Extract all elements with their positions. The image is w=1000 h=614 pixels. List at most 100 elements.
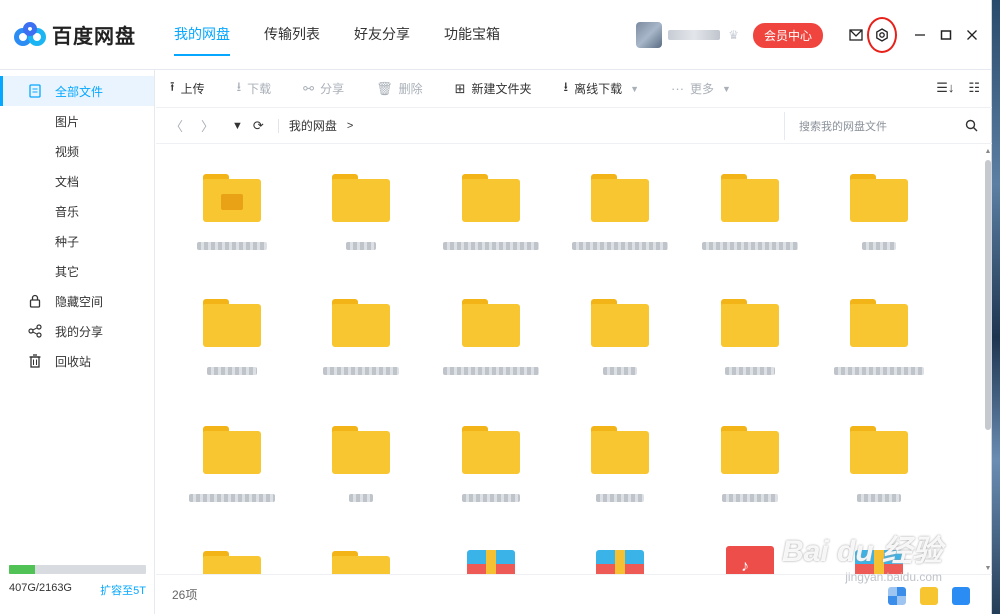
chevron-down-icon: ▼ bbox=[722, 83, 731, 94]
folder-item[interactable] bbox=[824, 426, 934, 502]
folder-item[interactable] bbox=[695, 426, 805, 502]
sidebar-item-label: 种子 bbox=[55, 234, 80, 249]
share-button[interactable]: ⚯ 分享 bbox=[303, 80, 344, 97]
close-icon[interactable] bbox=[961, 24, 983, 46]
mail-icon[interactable] bbox=[845, 24, 867, 46]
folder-item[interactable] bbox=[436, 426, 546, 502]
apps-icon[interactable] bbox=[888, 587, 906, 605]
sidebar-item-label: 隐藏空间 bbox=[55, 294, 104, 309]
folder-item[interactable] bbox=[565, 174, 675, 250]
file-name-blurred bbox=[857, 494, 901, 502]
watermark-brand: Bai du 经验 bbox=[781, 535, 942, 568]
sort-icon[interactable]: ☰↓ bbox=[936, 80, 954, 96]
sidebar-item-label: 全部文件 bbox=[55, 84, 104, 99]
folder-item[interactable] bbox=[824, 174, 934, 250]
folder-item[interactable] bbox=[695, 299, 805, 375]
status-icons bbox=[888, 587, 970, 605]
file-name-blurred bbox=[722, 494, 778, 502]
archive-icon bbox=[596, 550, 644, 574]
sidebar-item-images[interactable]: 图片 bbox=[0, 106, 154, 136]
folder-item[interactable] bbox=[824, 299, 934, 375]
offline-download-button[interactable]: ⭳ 离线下载 ▼ bbox=[564, 78, 640, 100]
search-icon[interactable] bbox=[965, 119, 978, 132]
sidebar-item-label: 视频 bbox=[55, 144, 80, 159]
forward-icon[interactable]: 〉 bbox=[201, 116, 214, 135]
file-name-blurred bbox=[862, 242, 896, 250]
folder-item[interactable] bbox=[306, 426, 416, 502]
scroll-up-icon[interactable]: ▲ bbox=[984, 148, 992, 155]
view-controls: ☰↓ ☷ bbox=[936, 80, 980, 96]
folder-item[interactable] bbox=[565, 426, 675, 502]
sidebar-item-videos[interactable]: 视频 bbox=[0, 136, 154, 166]
avatar[interactable] bbox=[636, 22, 663, 48]
upload-float-icon[interactable] bbox=[920, 587, 938, 605]
breadcrumb-arrow: > bbox=[346, 119, 354, 132]
folder-item[interactable] bbox=[177, 426, 287, 502]
back-icon[interactable]: 〈 bbox=[170, 116, 183, 135]
watermark-url: jingyan.baidu.com bbox=[845, 570, 942, 584]
history-dropdown-icon[interactable]: ▼ bbox=[232, 120, 243, 132]
tab-transfer-list[interactable]: 传输列表 bbox=[264, 0, 320, 70]
upload-button[interactable]: ⭱ 上传 bbox=[170, 78, 205, 100]
folder-icon bbox=[850, 299, 908, 347]
file-name-blurred bbox=[197, 242, 267, 250]
share-icon: ⚯ bbox=[303, 80, 315, 96]
quota-fill bbox=[9, 565, 35, 574]
folder-item[interactable] bbox=[177, 551, 287, 574]
folder-item[interactable] bbox=[177, 174, 287, 250]
vertical-scrollbar[interactable]: ▲ ▼ bbox=[984, 146, 992, 574]
list-view-icon[interactable]: ☷ bbox=[968, 80, 980, 96]
new-folder-label: 新建文件夹 bbox=[471, 82, 532, 96]
folder-item[interactable] bbox=[177, 299, 287, 375]
file-name-blurred bbox=[189, 494, 275, 502]
sidebar-item-music[interactable]: 音乐 bbox=[0, 196, 154, 226]
archive-item[interactable] bbox=[565, 550, 675, 574]
breadcrumb[interactable]: 我的网盘 bbox=[289, 117, 337, 134]
tab-toolbox[interactable]: 功能宝箱 bbox=[444, 0, 500, 70]
search-input[interactable]: 搜索我的网盘文件 bbox=[784, 112, 980, 140]
download-icon: ⭳ bbox=[236, 78, 242, 94]
expand-storage-link[interactable]: 扩容至5T bbox=[100, 582, 146, 598]
tab-my-drive[interactable]: 我的网盘 bbox=[174, 0, 230, 70]
minimize-icon[interactable] bbox=[909, 24, 931, 46]
folder-item[interactable] bbox=[306, 174, 416, 250]
new-folder-button[interactable]: ⊞ 新建文件夹 bbox=[455, 80, 532, 97]
file-name-blurred bbox=[702, 242, 798, 250]
settings-button[interactable] bbox=[867, 17, 897, 53]
folder-item[interactable] bbox=[306, 299, 416, 375]
folder-item[interactable] bbox=[436, 299, 546, 375]
file-name-blurred bbox=[323, 367, 399, 375]
download-button[interactable]: ⭳ 下载 bbox=[237, 78, 272, 100]
sidebar-item-my-shares[interactable]: 我的分享 bbox=[0, 316, 154, 346]
folder-item[interactable] bbox=[695, 174, 805, 250]
header-actions: ♛ 会员中心 bbox=[636, 0, 983, 70]
tab-friend-share[interactable]: 好友分享 bbox=[354, 0, 410, 70]
folder-icon bbox=[721, 299, 779, 347]
refresh-icon[interactable]: ⟳ bbox=[253, 118, 264, 134]
maximize-icon[interactable] bbox=[935, 24, 957, 46]
more-button[interactable]: ··· 更多 ▼ bbox=[671, 80, 731, 97]
file-name-blurred bbox=[349, 494, 373, 502]
folder-item[interactable] bbox=[565, 299, 675, 375]
sidebar-item-others[interactable]: 其它 bbox=[0, 256, 154, 286]
scroll-down-icon[interactable]: ▼ bbox=[984, 565, 992, 572]
upload-label: 上传 bbox=[180, 82, 205, 96]
username-blurred[interactable] bbox=[668, 30, 721, 40]
file-name-blurred bbox=[572, 242, 668, 250]
scroll-thumb[interactable] bbox=[985, 160, 991, 430]
sidebar-item-recycle-bin[interactable]: 回收站 bbox=[0, 346, 154, 376]
vip-center-button[interactable]: 会员中心 bbox=[752, 22, 823, 48]
folder-icon bbox=[591, 426, 649, 474]
lock-icon[interactable] bbox=[952, 587, 970, 605]
archive-item[interactable] bbox=[436, 550, 546, 574]
path-bar: 〈 〉 ▼ ⟳ 我的网盘 > 搜索我的网盘文件 bbox=[156, 108, 992, 144]
more-icon: ··· bbox=[671, 81, 685, 96]
delete-button[interactable]: 🗑 删除 bbox=[376, 80, 423, 97]
sidebar-item-hidden-space[interactable]: 隐藏空间 bbox=[0, 286, 154, 316]
folder-item[interactable] bbox=[306, 551, 416, 574]
folder-icon bbox=[721, 426, 779, 474]
sidebar-item-documents[interactable]: 文档 bbox=[0, 166, 154, 196]
folder-item[interactable] bbox=[436, 174, 546, 250]
sidebar-item-torrents[interactable]: 种子 bbox=[0, 226, 154, 256]
sidebar-item-all-files[interactable]: 全部文件 bbox=[0, 76, 154, 106]
